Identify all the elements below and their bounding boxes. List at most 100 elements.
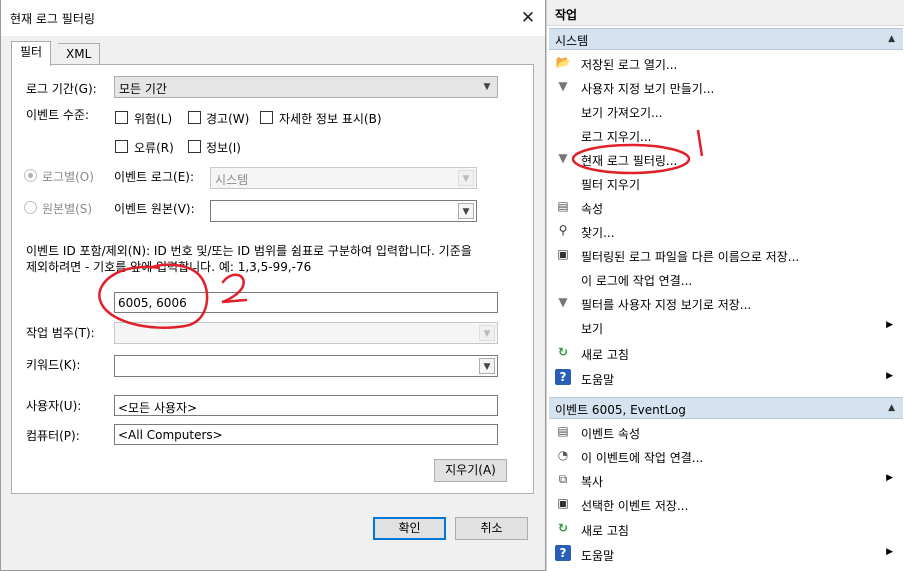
chevron-down-icon: ▼ <box>479 358 495 374</box>
computer-value: <All Computers> <box>118 428 223 442</box>
submenu-arrow-icon: ▶ <box>886 473 893 483</box>
action-label: 이 이벤트에 작업 연결... <box>581 451 704 465</box>
action-clear-log[interactable]: 로그 지우기... <box>553 123 903 147</box>
collapse-icon: ▲ <box>888 34 895 44</box>
folder-icon: 📂 <box>555 55 571 69</box>
user-value: <모든 사용자> <box>118 401 198 415</box>
action-open-saved-log[interactable]: 📂 저장된 로그 열기... <box>553 51 903 75</box>
save-icon: ▣ <box>557 496 569 510</box>
help-icon: ? <box>555 369 571 385</box>
tab-filter[interactable]: 필터 <box>11 41 52 66</box>
verbose-checkbox[interactable] <box>260 111 273 124</box>
clear-button[interactable]: 지우기(A) <box>434 459 507 482</box>
properties-icon: ▤ <box>557 424 569 438</box>
log-period-label: 로그 기간(G): <box>26 82 97 96</box>
computer-input[interactable]: <All Computers> <box>114 424 498 445</box>
action-properties[interactable]: ▤ 속성 <box>553 195 903 219</box>
task-category-select[interactable]: ▼ <box>114 322 498 344</box>
computer-label: 컴퓨터(P): <box>26 429 80 443</box>
action-attach-task-to-event[interactable]: ◔ 이 이벤트에 작업 연결... <box>553 444 903 468</box>
task-category-label: 작업 범주(T): <box>26 326 95 340</box>
action-label: 도움말 <box>581 373 615 387</box>
section-system-header[interactable]: 시스템 ▲ <box>549 28 903 50</box>
action-label: 복사 <box>581 475 604 489</box>
event-logs-value: 시스템 <box>215 173 249 187</box>
action-label: 저장된 로그 열기... <box>581 58 678 72</box>
properties-icon: ▤ <box>557 199 569 213</box>
info-checkbox[interactable] <box>188 140 201 153</box>
action-label: 필터를 사용자 지정 보기로 저장... <box>581 298 752 312</box>
action-refresh-event[interactable]: ↻ 새로 고침 <box>553 517 903 541</box>
action-label: 필터 지우기 <box>581 178 641 192</box>
action-label: 사용자 지정 보기 만들기... <box>581 82 715 96</box>
submenu-arrow-icon: ▶ <box>886 371 893 381</box>
action-save-filter-as-view[interactable]: ▼ 필터를 사용자 지정 보기로 저장... <box>553 291 903 315</box>
event-sources-select[interactable]: ▼ <box>210 200 477 222</box>
keywords-select[interactable]: ▼ <box>114 355 498 377</box>
action-label: 로그 지우기... <box>581 130 652 144</box>
close-icon[interactable]: ✕ <box>517 7 539 29</box>
collapse-icon: ▲ <box>888 403 895 413</box>
section-system-title: 시스템 <box>555 34 589 48</box>
action-create-custom-view[interactable]: ▼ 사용자 지정 보기 만들기... <box>553 75 903 99</box>
action-clear-filter[interactable]: 필터 지우기 <box>553 171 903 195</box>
by-source-radio[interactable] <box>24 201 37 214</box>
action-label: 보기 <box>581 322 604 336</box>
help-icon: ? <box>555 545 571 561</box>
info-label: 정보(I) <box>206 141 241 155</box>
log-period-select[interactable]: 모든 기간 ▼ <box>114 76 498 98</box>
event-id-description: 이벤트 ID 포함/제외(N): ID 번호 및/또는 ID 범위를 쉼표로 구… <box>26 244 472 258</box>
refresh-icon: ↻ <box>557 345 569 359</box>
verbose-label: 자세한 정보 표시(B) <box>279 112 382 126</box>
action-copy[interactable]: ⧉ 복사 ▶ <box>553 468 903 492</box>
action-label: 속성 <box>581 202 604 216</box>
action-label: 새로 고침 <box>581 524 629 538</box>
action-label: 보기 가져오기... <box>581 106 663 120</box>
funnel-star-icon: ▼ <box>558 79 568 93</box>
keywords-label: 키워드(K): <box>26 358 81 372</box>
action-event-properties[interactable]: ▤ 이벤트 속성 <box>553 420 903 444</box>
action-save-filtered-log[interactable]: ▣ 필터링된 로그 파일을 다른 이름으로 저장... <box>553 243 903 267</box>
error-checkbox[interactable] <box>115 140 128 153</box>
by-log-label: 로그별(O) <box>42 170 94 184</box>
action-filter-current-log[interactable]: ▼ 현재 로그 필터링... <box>553 147 903 171</box>
user-input[interactable]: <모든 사용자> <box>114 395 498 416</box>
action-refresh[interactable]: ↻ 새로 고침 <box>553 341 903 365</box>
action-find[interactable]: ⚲ 찾기... <box>553 219 903 243</box>
cancel-button[interactable]: 취소 <box>455 517 528 540</box>
chevron-down-icon: ▼ <box>483 82 491 92</box>
actions-header: 작업 <box>547 0 904 26</box>
chevron-down-icon: ▼ <box>479 325 495 341</box>
action-label: 선택한 이벤트 저장... <box>581 499 689 513</box>
submenu-arrow-icon: ▶ <box>886 320 893 330</box>
action-attach-task-to-log[interactable]: 이 로그에 작업 연결... <box>553 267 903 291</box>
action-view[interactable]: 보기 ▶ <box>553 315 903 339</box>
action-label: 필터링된 로그 파일을 다른 이름으로 저장... <box>581 250 800 264</box>
error-label: 오류(R) <box>134 141 174 155</box>
warning-checkbox[interactable] <box>188 111 201 124</box>
event-logs-select[interactable]: 시스템 ▼ <box>210 167 477 189</box>
chevron-down-icon: ▼ <box>458 170 474 186</box>
event-id-description-2: 제외하려면 - 기호를 앞에 입력합니다. 예: 1,3,5-99,-76 <box>26 260 312 274</box>
dialog-title: 현재 로그 필터링 <box>10 12 95 26</box>
action-import-view[interactable]: 보기 가져오기... <box>553 99 903 123</box>
by-log-radio[interactable] <box>24 169 37 182</box>
filter-dialog: 현재 로그 필터링 ✕ 필터 XML 로그 기간(G): 모든 기간 ▼ 이벤트… <box>0 0 546 571</box>
action-help-event[interactable]: ? 도움말 ▶ <box>553 542 903 566</box>
section-event-header[interactable]: 이벤트 6005, EventLog ▲ <box>549 397 903 419</box>
ok-button[interactable]: 확인 <box>373 517 446 540</box>
copy-icon: ⧉ <box>558 472 568 486</box>
chevron-down-icon: ▼ <box>458 203 474 219</box>
dialog-titlebar: 현재 로그 필터링 ✕ <box>1 0 545 36</box>
funnel-save-icon: ▼ <box>558 295 568 309</box>
action-label: 찾기... <box>581 226 615 240</box>
action-help[interactable]: ? 도움말 ▶ <box>553 366 903 390</box>
refresh-icon: ↻ <box>557 521 569 535</box>
action-save-selected-events[interactable]: ▣ 선택한 이벤트 저장... <box>553 492 903 516</box>
submenu-arrow-icon: ▶ <box>886 547 893 557</box>
critical-checkbox[interactable] <box>115 111 128 124</box>
event-id-input[interactable]: 6005, 6006 <box>114 292 498 313</box>
action-label: 현재 로그 필터링... <box>581 154 678 168</box>
event-logs-label: 이벤트 로그(E): <box>114 170 195 184</box>
tab-xml[interactable]: XML <box>58 43 101 65</box>
